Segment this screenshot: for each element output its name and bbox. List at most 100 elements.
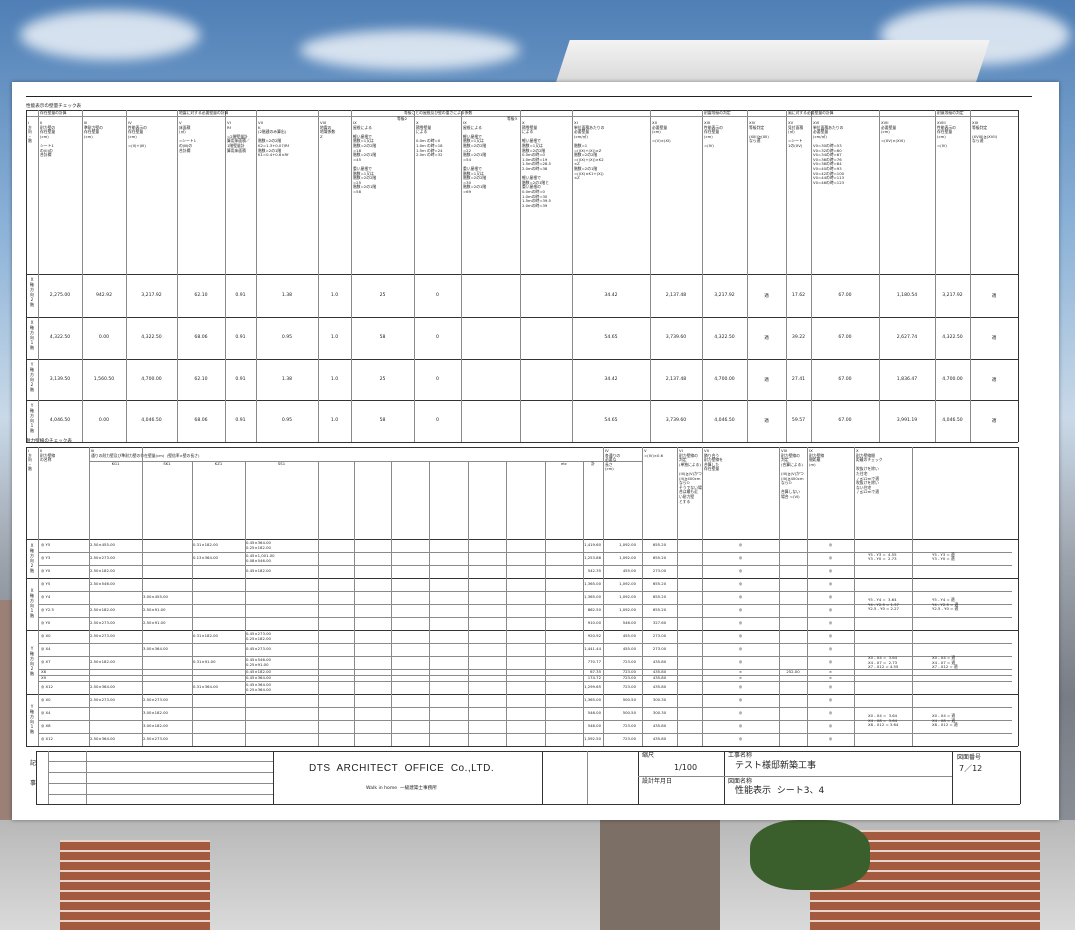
grid-line	[89, 447, 90, 746]
grid-line	[26, 539, 1018, 540]
table-cell: 3,217.92	[714, 292, 735, 298]
table-cell: 17.62	[791, 292, 806, 298]
row-label: Y 軸 方 向 2 階	[29, 362, 35, 392]
combined-judgement: ◎	[828, 607, 833, 612]
scale-value: 1/100	[674, 763, 698, 772]
v-value: 273.00	[652, 568, 667, 573]
table-cell: 2,137.48	[665, 292, 687, 298]
table-cell: 2,137.48	[665, 376, 687, 382]
grid-line	[26, 400, 1018, 401]
grid-line	[38, 604, 1012, 605]
wall-quantity: 0.31×182.00	[193, 633, 218, 638]
table-cell: 4,046.50	[141, 418, 162, 423]
grid-line	[414, 110, 415, 442]
grid-line	[587, 751, 588, 804]
grid-line	[354, 461, 355, 746]
wall-quantity: 3.00×182.00	[143, 710, 168, 715]
v-value: 655.20	[652, 555, 667, 560]
grid-line	[26, 274, 1018, 275]
grid-line	[38, 565, 1012, 566]
house-door	[600, 820, 720, 930]
table-cell: 0	[436, 418, 439, 423]
distance-check: Y5 - Y4 = 適 Y4 - Y2.5 = 適 Y2.5 - Y0 = 適	[932, 597, 959, 612]
table-cell: 67.00	[838, 418, 852, 423]
grid-line	[461, 110, 462, 442]
table-cell: 4,046.50	[714, 418, 735, 423]
grid-line	[142, 447, 143, 746]
grid-line	[506, 461, 507, 746]
sum-value: 1,365.00	[584, 581, 601, 586]
wall-quantity: 2.50×273.00	[90, 620, 115, 625]
single-judgement: ◎	[738, 555, 743, 560]
wall-quantity: 2.50×91.00	[143, 620, 166, 625]
single-judgement: ◎	[738, 736, 743, 741]
table-cell: 67.00	[838, 376, 852, 382]
grid-line	[854, 447, 855, 746]
wall-line-name: ◎ X8	[41, 723, 51, 728]
table-cell: 0.91	[235, 335, 246, 340]
wall-line-name: ◎ X4	[41, 710, 51, 715]
wall-line-name: ◎ Y0	[41, 620, 51, 625]
grid-line	[26, 359, 1018, 360]
company-subtitle: Walk in home 一級建築士事務所	[366, 786, 437, 791]
group-label: Y 軸 方 向 2 階	[29, 646, 35, 676]
grid-line	[177, 110, 178, 442]
drawing-number: 7／12	[959, 764, 983, 773]
grid-line	[86, 751, 87, 804]
v-value: 435.80	[652, 723, 667, 728]
v-value: 273.00	[652, 646, 667, 651]
wall-quantity: 0.45×273.00	[246, 646, 271, 651]
column-header: X 耐力壁線間 距離のチェック 吹抜けを除い た住宅 / ≦12mで適 吹抜けを…	[856, 448, 883, 495]
table-cell: 3,217.92	[141, 292, 162, 298]
cloud	[20, 10, 200, 60]
single-judgement: ◎	[738, 697, 743, 702]
grid-line	[38, 110, 39, 442]
group-label: 風に対する必要壁量の計算	[788, 110, 834, 115]
wall-quantity: 0.45×182.00	[246, 568, 271, 573]
grid-line	[36, 751, 37, 804]
wall-type-header: SK1	[163, 461, 171, 466]
grid-line	[807, 447, 808, 746]
column-header: IV 性能表示の 存在壁量 (cm) =(II)+(III)	[128, 120, 147, 148]
wall-line-name: ◎ Y2.5	[41, 607, 54, 612]
sum-value: 1,299.65	[584, 684, 601, 689]
column-header: II 耐力壁の 存在壁量 (cm) シート1 の(II)の 合計欄	[40, 120, 56, 158]
single-judgement: ◎	[738, 607, 743, 612]
table-cell: 適	[991, 377, 997, 383]
table-cell: 39.22	[791, 335, 806, 340]
wall-quantity: 0.31×91.00	[193, 659, 216, 664]
grid-line	[26, 578, 1018, 579]
required-length: 455.00	[622, 568, 636, 573]
single-judgement: ◎	[738, 710, 743, 715]
grid-line	[38, 447, 39, 746]
v-value: 273.00	[652, 633, 667, 638]
single-judgement: ◎	[738, 723, 743, 728]
grid-line	[970, 110, 971, 442]
column-header: VIII 地震の 地域係数 Z	[320, 120, 336, 139]
sum-value: 174.72	[587, 674, 601, 680]
column-header: XVI 単位面積あたりの 必要壁量 (cm/㎡) V0=30の時=53 V0=3…	[813, 120, 845, 185]
wall-line-name: ◎ X0	[41, 633, 51, 638]
wall-quantity: 2.50×182.00	[90, 607, 115, 612]
column-header: VI Rf =2階壁量計 算用床面積／ 1階壁量計 算用床面積	[227, 120, 250, 153]
column-header: IX 屋根による 軽い屋根で 階数=1又は 階数=2の2階 =22 階数=2の1…	[463, 120, 487, 194]
table-cell: 2,275.00	[49, 292, 71, 298]
company-name: DTS ARCHITECT OFFICE Co.,LTD.	[309, 763, 495, 774]
required-length: 723.00	[622, 723, 636, 728]
group-label: X 軸 方 向 2 階	[29, 542, 35, 573]
single-judgement: ◎	[738, 684, 743, 689]
wall-quantity: 3.00×364.00	[143, 646, 168, 651]
row-label: X 軸 方 向 2 階	[29, 277, 35, 307]
wall-quantity: 2.50×182.00	[90, 568, 115, 573]
project-name-label: 工事名称	[728, 752, 753, 759]
table-cell: 3,139.50	[49, 376, 71, 382]
column-header: XI 単位面積あたりの 必要壁量 (cm/㎡) 階数=1 =((IX)+(X))…	[574, 120, 605, 181]
column-header: XVIII 性能表示の 存在壁量 (cm) =(IV)	[937, 120, 956, 148]
wall-distance: X0 - X4 = 3.64 X4 - X8 = 3.64 X8 - X12 =…	[868, 713, 899, 728]
column-header: XIII 性能表示の 存在壁量 (cm) =(IV)	[704, 120, 723, 148]
combined-quantity: 252.00	[786, 668, 800, 674]
sheet-top-border	[26, 96, 1032, 97]
v-value: 327.60	[652, 620, 667, 625]
grid-line	[38, 617, 1012, 618]
grid-line	[429, 461, 430, 746]
